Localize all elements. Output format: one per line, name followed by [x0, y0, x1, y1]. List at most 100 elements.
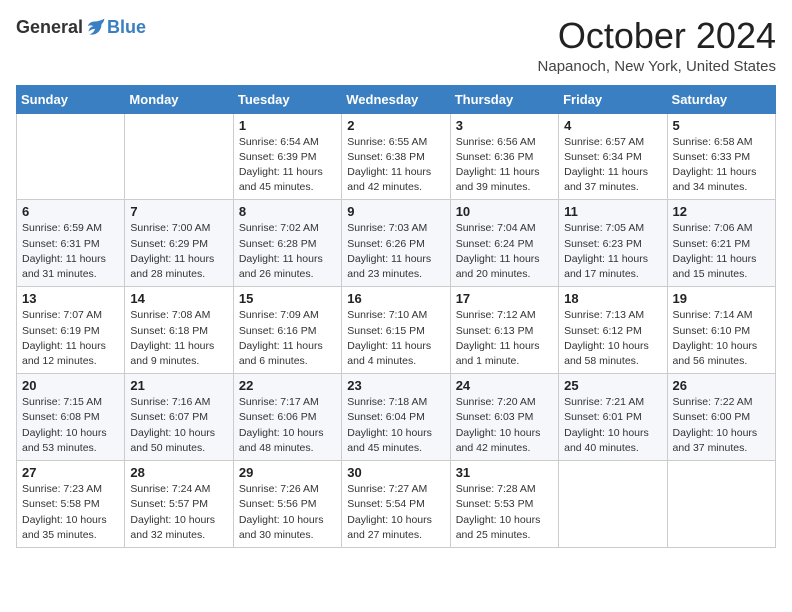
calendar-day-header: Tuesday — [233, 85, 341, 113]
day-number: 22 — [239, 378, 336, 393]
calendar-day-cell: 16 Sunrise: 7:10 AMSunset: 6:15 PMDayligh… — [342, 287, 450, 374]
day-info: Sunrise: 7:26 AMSunset: 5:56 PMDaylight:… — [239, 482, 336, 543]
calendar-day-header: Friday — [559, 85, 667, 113]
day-info: Sunrise: 7:06 AMSunset: 6:21 PMDaylight:… — [673, 221, 770, 282]
day-number: 28 — [130, 465, 227, 480]
calendar-day-cell: 18Sunrise: 7:13 AMSunset: 6:12 PMDayligh… — [559, 287, 667, 374]
day-info: Sunrise: 6:58 AMSunset: 6:33 PMDaylight:… — [673, 135, 770, 196]
calendar-day-cell: 2 Sunrise: 6:55 AMSunset: 6:38 PMDaylight… — [342, 113, 450, 200]
day-info: Sunrise: 7:22 AMSunset: 6:00 PMDaylight:… — [673, 395, 770, 456]
title-block: October 2024 Napanoch, New York, United … — [538, 16, 776, 75]
day-number: 18 — [564, 291, 661, 306]
day-info: Sunrise: 7:14 AMSunset: 6:10 PMDaylight:… — [673, 308, 770, 369]
day-number: 21 — [130, 378, 227, 393]
day-number: 9 — [347, 204, 444, 219]
day-info: Sunrise: 7:10 AMSunset: 6:15 PMDaylight:… — [347, 308, 444, 369]
calendar-day-header: Monday — [125, 85, 233, 113]
day-number: 31 — [456, 465, 553, 480]
calendar-day-cell: 14 Sunrise: 7:08 AMSunset: 6:18 PMDayligh… — [125, 287, 233, 374]
day-number: 26 — [673, 378, 770, 393]
logo: General Blue — [16, 16, 146, 38]
calendar-day-cell: 5Sunrise: 6:58 AMSunset: 6:33 PMDaylight… — [667, 113, 775, 200]
day-info: Sunrise: 7:16 AMSunset: 6:07 PMDaylight:… — [130, 395, 227, 456]
calendar-day-cell: 4 Sunrise: 6:57 AMSunset: 6:34 PMDaylight… — [559, 113, 667, 200]
day-number: 29 — [239, 465, 336, 480]
calendar-day-cell — [17, 113, 125, 200]
day-number: 6 — [22, 204, 119, 219]
calendar-week-row: 1 Sunrise: 6:54 AMSunset: 6:39 PMDaylight… — [17, 113, 776, 200]
day-info: Sunrise: 7:08 AMSunset: 6:18 PMDaylight:… — [130, 308, 227, 369]
day-number: 23 — [347, 378, 444, 393]
day-info: Sunrise: 7:18 AMSunset: 6:04 PMDaylight:… — [347, 395, 444, 456]
day-number: 19 — [673, 291, 770, 306]
calendar-day-cell: 7 Sunrise: 7:00 AMSunset: 6:29 PMDaylight… — [125, 200, 233, 287]
calendar-day-cell: 6Sunrise: 6:59 AMSunset: 6:31 PMDaylight… — [17, 200, 125, 287]
day-number: 30 — [347, 465, 444, 480]
day-number: 16 — [347, 291, 444, 306]
calendar-day-cell: 23 Sunrise: 7:18 AMSunset: 6:04 PMDayligh… — [342, 374, 450, 461]
calendar-day-cell: 25Sunrise: 7:21 AMSunset: 6:01 PMDayligh… — [559, 374, 667, 461]
day-number: 7 — [130, 204, 227, 219]
calendar-day-cell: 24 Sunrise: 7:20 AMSunset: 6:03 PMDayligh… — [450, 374, 558, 461]
day-info: Sunrise: 7:20 AMSunset: 6:03 PMDaylight:… — [456, 395, 553, 456]
day-info: Sunrise: 7:03 AMSunset: 6:26 PMDaylight:… — [347, 221, 444, 282]
day-number: 20 — [22, 378, 119, 393]
day-number: 24 — [456, 378, 553, 393]
day-number: 14 — [130, 291, 227, 306]
calendar-week-row: 20 Sunrise: 7:15 AMSunset: 6:08 PMDayligh… — [17, 374, 776, 461]
calendar-day-cell: 8 Sunrise: 7:02 AMSunset: 6:28 PMDaylight… — [233, 200, 341, 287]
logo-general-text: General — [16, 17, 83, 38]
calendar-week-row: 27 Sunrise: 7:23 AMSunset: 5:58 PMDayligh… — [17, 461, 776, 548]
calendar-week-row: 13Sunrise: 7:07 AMSunset: 6:19 PMDayligh… — [17, 287, 776, 374]
calendar-day-header: Wednesday — [342, 85, 450, 113]
calendar-day-cell: 17 Sunrise: 7:12 AMSunset: 6:13 PMDayligh… — [450, 287, 558, 374]
day-number: 11 — [564, 204, 661, 219]
calendar-day-cell: 20 Sunrise: 7:15 AMSunset: 6:08 PMDayligh… — [17, 374, 125, 461]
calendar-day-cell — [559, 461, 667, 548]
day-number: 4 — [564, 118, 661, 133]
day-info: Sunrise: 7:02 AMSunset: 6:28 PMDaylight:… — [239, 221, 336, 282]
day-number: 12 — [673, 204, 770, 219]
calendar-day-cell: 29 Sunrise: 7:26 AMSunset: 5:56 PMDayligh… — [233, 461, 341, 548]
logo-bird-icon — [85, 16, 107, 38]
day-info: Sunrise: 7:07 AMSunset: 6:19 PMDaylight:… — [22, 308, 119, 369]
calendar-day-header: Thursday — [450, 85, 558, 113]
calendar-day-cell: 28Sunrise: 7:24 AMSunset: 5:57 PMDayligh… — [125, 461, 233, 548]
calendar-day-cell — [125, 113, 233, 200]
calendar-day-cell: 22 Sunrise: 7:17 AMSunset: 6:06 PMDayligh… — [233, 374, 341, 461]
day-info: Sunrise: 6:57 AMSunset: 6:34 PMDaylight:… — [564, 135, 661, 196]
calendar-day-cell — [667, 461, 775, 548]
calendar-week-row: 6Sunrise: 6:59 AMSunset: 6:31 PMDaylight… — [17, 200, 776, 287]
calendar-day-cell: 13Sunrise: 7:07 AMSunset: 6:19 PMDayligh… — [17, 287, 125, 374]
day-info: Sunrise: 7:09 AMSunset: 6:16 PMDaylight:… — [239, 308, 336, 369]
day-info: Sunrise: 7:23 AMSunset: 5:58 PMDaylight:… — [22, 482, 119, 543]
calendar-day-cell: 31Sunrise: 7:28 AMSunset: 5:53 PMDayligh… — [450, 461, 558, 548]
calendar-day-cell: 1 Sunrise: 6:54 AMSunset: 6:39 PMDaylight… — [233, 113, 341, 200]
day-number: 1 — [239, 118, 336, 133]
page-container: General Blue October 2024 Napanoch, New … — [0, 0, 792, 558]
calendar-day-cell: 3Sunrise: 6:56 AMSunset: 6:36 PMDaylight… — [450, 113, 558, 200]
calendar-day-header: Saturday — [667, 85, 775, 113]
day-number: 27 — [22, 465, 119, 480]
day-info: Sunrise: 6:54 AMSunset: 6:39 PMDaylight:… — [239, 135, 336, 196]
calendar-day-cell: 10Sunrise: 7:04 AMSunset: 6:24 PMDayligh… — [450, 200, 558, 287]
calendar-day-cell: 11Sunrise: 7:05 AMSunset: 6:23 PMDayligh… — [559, 200, 667, 287]
calendar-day-cell: 26 Sunrise: 7:22 AMSunset: 6:00 PMDayligh… — [667, 374, 775, 461]
calendar-day-cell: 19 Sunrise: 7:14 AMSunset: 6:10 PMDayligh… — [667, 287, 775, 374]
day-info: Sunrise: 7:27 AMSunset: 5:54 PMDaylight:… — [347, 482, 444, 543]
day-number: 2 — [347, 118, 444, 133]
calendar-day-cell: 30 Sunrise: 7:27 AMSunset: 5:54 PMDayligh… — [342, 461, 450, 548]
day-number: 8 — [239, 204, 336, 219]
day-info: Sunrise: 7:17 AMSunset: 6:06 PMDaylight:… — [239, 395, 336, 456]
day-info: Sunrise: 7:12 AMSunset: 6:13 PMDaylight:… — [456, 308, 553, 369]
day-info: Sunrise: 7:00 AMSunset: 6:29 PMDaylight:… — [130, 221, 227, 282]
day-number: 17 — [456, 291, 553, 306]
day-number: 15 — [239, 291, 336, 306]
calendar-day-cell: 15 Sunrise: 7:09 AMSunset: 6:16 PMDayligh… — [233, 287, 341, 374]
calendar-day-header: Sunday — [17, 85, 125, 113]
logo-blue-text: Blue — [107, 17, 146, 38]
day-info: Sunrise: 7:15 AMSunset: 6:08 PMDaylight:… — [22, 395, 119, 456]
calendar-day-cell: 12 Sunrise: 7:06 AMSunset: 6:21 PMDayligh… — [667, 200, 775, 287]
day-number: 3 — [456, 118, 553, 133]
day-info: Sunrise: 6:55 AMSunset: 6:38 PMDaylight:… — [347, 135, 444, 196]
